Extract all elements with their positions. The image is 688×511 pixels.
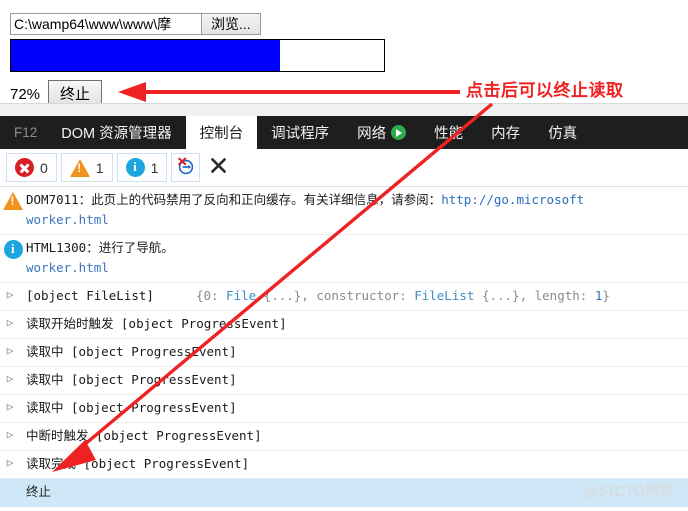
- info-count: 1: [150, 159, 159, 176]
- warning-counter[interactable]: 1: [60, 153, 113, 182]
- console-message-gutter: ▷: [0, 370, 26, 385]
- devtools-tab-label: 仿真: [548, 126, 578, 142]
- warning-icon: [69, 158, 90, 177]
- console-message-gutter: ▷: [0, 314, 26, 329]
- console-message-row[interactable]: ▷ 读取中 [object ProgressEvent]: [0, 395, 688, 423]
- console-toolbar: 0 1 1: [0, 149, 688, 187]
- console-message-body: DOM7011：此页上的代码禁用了反向和正向缓存。有关详细信息，请参阅：http…: [26, 190, 688, 230]
- progress-bar-fill: [11, 40, 280, 71]
- devtools-tab-label: DOM 资源管理器: [61, 126, 172, 142]
- devtools-tab-label: 调试程序: [271, 126, 330, 142]
- browse-button[interactable]: 浏览...: [201, 13, 261, 35]
- progress-bar-track: [10, 39, 385, 72]
- file-input-row: C:\wamp64\www\www\摩 浏览...: [10, 13, 261, 35]
- clear-console-icon: [209, 156, 228, 180]
- console-message-body: 读取完成 [object ProgressEvent]: [26, 454, 688, 474]
- console-message-url[interactable]: http://go.microsoft: [441, 192, 584, 207]
- console-message-text: [object FileList]: [26, 288, 154, 303]
- console-message-row[interactable]: ▷ [object FileList] {0: File {...}, constr…: [0, 283, 688, 311]
- console-message-gutter: ▷: [0, 398, 26, 413]
- console-message-text: DOM7011：此页上的代码禁用了反向和正向缓存。有关详细信息，请参阅：: [26, 192, 442, 207]
- devtools-tab-5[interactable]: 性能: [420, 116, 477, 149]
- console-message-text: 读取中 [object ProgressEvent]: [26, 372, 237, 387]
- expand-triangle-icon[interactable]: ▷: [7, 316, 20, 329]
- console-message-row[interactable]: ▷ 读取完成 [object ProgressEvent]: [0, 451, 688, 479]
- console-message-row[interactable]: ▷ 读取中 [object ProgressEvent]: [0, 339, 688, 367]
- info-icon: [3, 240, 23, 259]
- console-message-body: HTML1300：进行了导航。 worker.html: [26, 238, 688, 278]
- devtools-tab-3[interactable]: 调试程序: [257, 116, 343, 149]
- devtools-tab-4[interactable]: 网络: [343, 116, 420, 149]
- watermark: @51CTO博客: [583, 484, 674, 500]
- console-message-gutter: [0, 238, 26, 259]
- console-message-list[interactable]: DOM7011：此页上的代码禁用了反向和正向缓存。有关详细信息，请参阅：http…: [0, 187, 688, 507]
- devtools-tab-1[interactable]: DOM 资源管理器: [47, 116, 185, 149]
- expand-triangle-icon[interactable]: ▷: [7, 428, 20, 441]
- console-message-gutter: [0, 482, 26, 484]
- expand-triangle-icon[interactable]: ▷: [7, 372, 20, 385]
- expand-triangle-icon[interactable]: ▷: [7, 344, 20, 357]
- info-icon: [125, 158, 145, 177]
- devtools-tab-2[interactable]: 控制台: [185, 116, 258, 149]
- console-message-row[interactable]: ▷ 读取中 [object ProgressEvent]: [0, 367, 688, 395]
- devtools-tab-0[interactable]: F12: [0, 116, 47, 149]
- devtools-tab-label: 网络: [357, 126, 387, 142]
- devtools-tab-bar: F12 DOM 资源管理器 控制台 调试程序 网络 性能 内存 仿真: [0, 116, 688, 149]
- expand-triangle-icon[interactable]: ▷: [7, 400, 20, 413]
- console-message-text: 读取中 [object ProgressEvent]: [26, 400, 237, 415]
- play-icon[interactable]: [391, 125, 407, 140]
- expand-triangle-icon[interactable]: ▷: [7, 288, 20, 301]
- warning-icon: [3, 192, 23, 210]
- devtools-tab-7[interactable]: 仿真: [534, 116, 591, 149]
- console-message-gutter: ▷: [0, 286, 26, 301]
- console-message-gutter: ▷: [0, 454, 26, 469]
- console-message-row[interactable]: ▷ 读取开始时触发 [object ProgressEvent]: [0, 311, 688, 339]
- devtools-tab-label: 控制台: [199, 126, 244, 142]
- console-message-body: 读取开始时触发 [object ProgressEvent]: [26, 314, 688, 334]
- console-message-gutter: ▷: [0, 426, 26, 441]
- console-message-body: [object FileList] {0: File {...}, constru…: [26, 286, 688, 306]
- error-icon: [15, 158, 34, 177]
- console-message-text: 读取中 [object ProgressEvent]: [26, 344, 237, 359]
- console-message-text: 读取完成 [object ProgressEvent]: [26, 456, 250, 471]
- console-message-text: 中断时触发 [object ProgressEvent]: [26, 428, 262, 443]
- console-message-body: 读取中 [object ProgressEvent]: [26, 370, 688, 390]
- info-counter[interactable]: 1: [116, 153, 168, 182]
- console-message-detail: {0: File {...}, constructor: FileList {.…: [195, 288, 610, 303]
- console-message-source[interactable]: worker.html: [26, 210, 688, 230]
- progress-percent-label: 72%: [10, 85, 41, 103]
- clear-on-navigate-button[interactable]: [171, 153, 201, 182]
- console-message-text: 读取开始时触发 [object ProgressEvent]: [26, 316, 287, 331]
- devtools-panel: F12 DOM 资源管理器 控制台 调试程序 网络 性能 内存 仿真 0 1 1: [0, 116, 688, 511]
- console-message-gutter: [0, 190, 26, 210]
- error-counter[interactable]: 0: [6, 153, 57, 182]
- devtools-tab-label: 性能: [434, 126, 464, 142]
- console-message-source[interactable]: worker.html: [26, 258, 688, 278]
- error-count: 0: [40, 159, 48, 176]
- console-message-body: 读取中 [object ProgressEvent]: [26, 342, 688, 362]
- console-message-gutter: ▷: [0, 342, 26, 357]
- clear-on-navigate-icon: [176, 156, 195, 180]
- devtools-tab-label: 内存: [491, 126, 521, 142]
- console-message-body: 读取中 [object ProgressEvent]: [26, 398, 688, 418]
- console-message-body: 中断时触发 [object ProgressEvent]: [26, 426, 688, 446]
- warning-count: 1: [95, 159, 104, 176]
- devtools-tab-label: F12: [14, 125, 38, 140]
- console-message-row[interactable]: ▷ 中断时触发 [object ProgressEvent]: [0, 423, 688, 451]
- file-path-field[interactable]: C:\wamp64\www\www\摩: [10, 13, 201, 35]
- browser-page-area: C:\wamp64\www\www\摩 浏览... 72% 终止: [0, 0, 688, 108]
- expand-triangle-icon[interactable]: ▷: [7, 456, 20, 469]
- page-devtools-separator: [0, 103, 688, 117]
- console-message-row[interactable]: DOM7011：此页上的代码禁用了反向和正向缓存。有关详细信息，请参阅：http…: [0, 187, 688, 235]
- console-message-text: HTML1300：进行了导航。: [26, 240, 174, 255]
- clear-console-button[interactable]: [204, 153, 233, 182]
- console-message-row[interactable]: HTML1300：进行了导航。 worker.html: [0, 235, 688, 283]
- console-message-text: 终止: [26, 484, 52, 499]
- devtools-tab-6[interactable]: 内存: [477, 116, 534, 149]
